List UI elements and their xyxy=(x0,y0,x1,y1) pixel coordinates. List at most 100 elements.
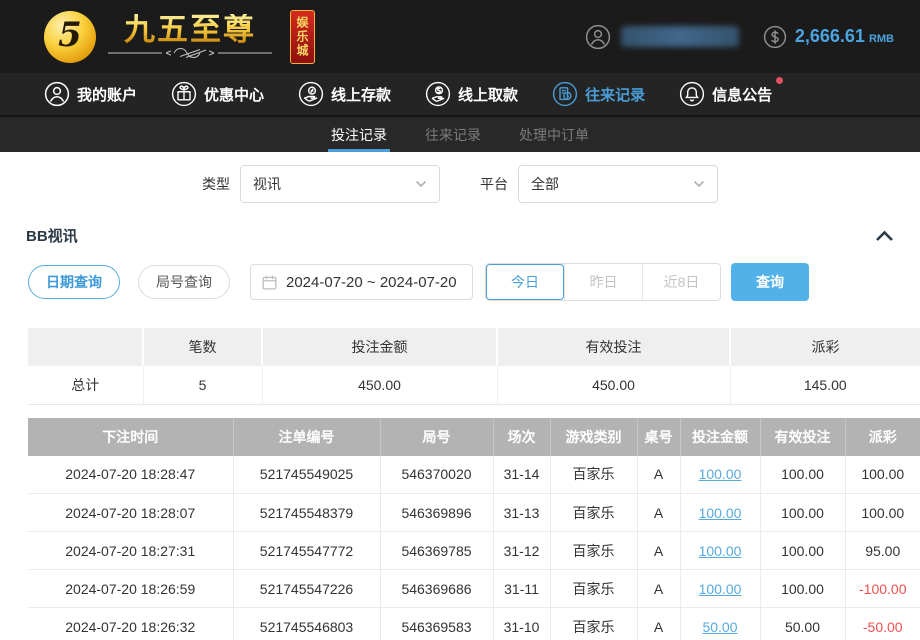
last-8-days-button[interactable]: 近8日 xyxy=(642,264,720,300)
bet-col-header: 桌号 xyxy=(637,418,680,456)
bet-cell: 100.00 xyxy=(760,570,845,608)
nav-label: 线上取款 xyxy=(458,84,518,105)
bet-cell: -50.00 xyxy=(845,608,920,640)
bet-row: 2024-07-20 18:28:07521745548379546369896… xyxy=(28,494,920,532)
nav-item-announcements[interactable]: 信息公告 xyxy=(679,81,772,107)
round-query-button[interactable]: 局号查询 xyxy=(138,265,230,299)
type-filter-label: 类型 xyxy=(202,174,230,194)
bet-cell: 546369583 xyxy=(380,608,493,640)
tab-label: 处理中订单 xyxy=(519,125,589,145)
bet-cell: 2024-07-20 18:27:31 xyxy=(28,532,233,570)
bet-amount-link[interactable]: 100.00 xyxy=(680,570,760,608)
today-button[interactable]: 今日 xyxy=(486,264,564,300)
bet-cell: 百家乐 xyxy=(550,456,637,494)
wallet-dollar-icon xyxy=(763,25,787,49)
tab-processing-orders[interactable]: 处理中订单 xyxy=(516,117,592,152)
bet-cell: 546370020 xyxy=(380,456,493,494)
bell-icon xyxy=(679,81,705,107)
bet-cell: 2024-07-20 18:28:07 xyxy=(28,494,233,532)
nav-item-withdraw[interactable]: 线上取款 xyxy=(425,81,518,107)
bet-amount-link[interactable]: 100.00 xyxy=(680,456,760,494)
brand-name: 九五至尊 xyxy=(124,14,256,47)
type-select[interactable]: 视讯 xyxy=(240,165,440,203)
bet-cell: -100.00 xyxy=(845,570,920,608)
nav-item-my-account[interactable]: 我的账户 xyxy=(44,81,137,107)
bet-cell: 100.00 xyxy=(760,494,845,532)
bet-cell: 百家乐 xyxy=(550,532,637,570)
bet-row: 2024-07-20 18:28:47521745549025546370020… xyxy=(28,456,920,494)
platform-select-value: 全部 xyxy=(531,174,559,194)
summary-total-label: 总计 xyxy=(28,366,143,404)
tab-transaction-records[interactable]: 往来记录 xyxy=(422,117,484,152)
bet-cell: 546369686 xyxy=(380,570,493,608)
account-summary: 2,666.61 RMB xyxy=(585,24,894,50)
summary-col-empty xyxy=(28,328,143,366)
summary-header-row: 笔数 投注金额 有效投注 派彩 xyxy=(28,328,920,366)
bet-amount-link[interactable]: 100.00 xyxy=(680,494,760,532)
bet-cell: 31-13 xyxy=(493,494,550,532)
logo-monogram-icon: 5 xyxy=(44,11,96,63)
balance-display[interactable]: 2,666.61 RMB xyxy=(795,26,894,47)
filter-row: 类型 视讯 平台 全部 xyxy=(0,165,920,203)
platform-select[interactable]: 全部 xyxy=(518,165,718,203)
active-tab-underline xyxy=(328,149,390,152)
bet-amount-link[interactable]: 50.00 xyxy=(680,608,760,640)
summary-total-bet: 450.00 xyxy=(262,366,497,404)
summary-total-valid: 450.00 xyxy=(497,366,730,404)
bet-amount-link[interactable]: 100.00 xyxy=(680,532,760,570)
bet-cell: 521745549025 xyxy=(233,456,380,494)
bet-cell: A xyxy=(637,608,680,640)
bet-cell: 100.00 xyxy=(845,494,920,532)
user-avatar-icon[interactable] xyxy=(585,24,611,50)
date-range-input[interactable]: 2024-07-20 ~ 2024-07-20 xyxy=(250,264,473,300)
bet-cell: 百家乐 xyxy=(550,494,637,532)
type-filter: 类型 视讯 xyxy=(202,165,440,203)
summary-total-row: 总计 5 450.00 450.00 145.00 xyxy=(28,366,920,404)
summary-col-count: 笔数 xyxy=(143,328,262,366)
user-icon xyxy=(44,81,70,107)
bet-col-header: 下注时间 xyxy=(28,418,233,456)
bet-header-row: 下注时间注单编号局号场次游戏类别桌号投注金额有效投注派彩 xyxy=(28,418,920,456)
withdraw-icon xyxy=(425,81,451,107)
bet-cell: 521745547772 xyxy=(233,532,380,570)
platform-filter: 平台 全部 xyxy=(480,165,718,203)
top-header: 5 九五至尊 娱乐城 2,666.61 RMB xyxy=(0,0,920,73)
bet-cell: A xyxy=(637,494,680,532)
bet-col-header: 场次 xyxy=(493,418,550,456)
chevron-down-icon xyxy=(693,180,705,188)
bet-cell: 2024-07-20 18:26:32 xyxy=(28,608,233,640)
collapse-chevron-up-icon[interactable] xyxy=(875,230,894,242)
bet-cell: A xyxy=(637,456,680,494)
summary-col-bet: 投注金额 xyxy=(262,328,497,366)
bet-cell: 31-11 xyxy=(493,570,550,608)
nav-item-promotions[interactable]: 优惠中心 xyxy=(171,81,264,107)
bet-records-table: 下注时间注单编号局号场次游戏类别桌号投注金额有效投注派彩 2024-07-20 … xyxy=(28,418,920,640)
bet-cell: 521745548379 xyxy=(233,494,380,532)
type-select-value: 视讯 xyxy=(253,174,281,194)
brand-badge: 娱乐城 xyxy=(290,10,315,64)
bet-cell: 50.00 xyxy=(760,608,845,640)
site-logo[interactable]: 5 九五至尊 娱乐城 xyxy=(44,10,349,64)
bet-col-header: 游戏类别 xyxy=(550,418,637,456)
tab-label: 往来记录 xyxy=(425,125,481,145)
nav-label: 往来记录 xyxy=(585,84,645,105)
bet-col-header: 注单编号 xyxy=(233,418,380,456)
bet-cell: 95.00 xyxy=(845,532,920,570)
logo-text-block: 九五至尊 xyxy=(106,14,274,59)
main-nav: 我的账户 优惠中心 线上存款 线上取款 往来 xyxy=(0,73,920,117)
chevron-down-icon xyxy=(415,180,427,188)
nav-item-records[interactable]: 往来记录 xyxy=(552,81,645,107)
nav-label: 线上存款 xyxy=(331,84,391,105)
platform-filter-label: 平台 xyxy=(480,174,508,194)
summary-total-payout: 145.00 xyxy=(730,366,920,404)
bet-cell: 546369785 xyxy=(380,532,493,570)
yesterday-button[interactable]: 昨日 xyxy=(564,264,642,300)
section-title: BB视讯 xyxy=(26,225,78,246)
nav-item-deposit[interactable]: 线上存款 xyxy=(298,81,391,107)
bet-cell: 31-12 xyxy=(493,532,550,570)
tab-bet-records[interactable]: 投注记录 xyxy=(328,117,390,152)
date-query-button[interactable]: 日期查询 xyxy=(28,265,120,299)
notification-dot xyxy=(776,77,783,84)
bet-col-header: 投注金额 xyxy=(680,418,760,456)
search-button[interactable]: 查询 xyxy=(731,263,809,301)
